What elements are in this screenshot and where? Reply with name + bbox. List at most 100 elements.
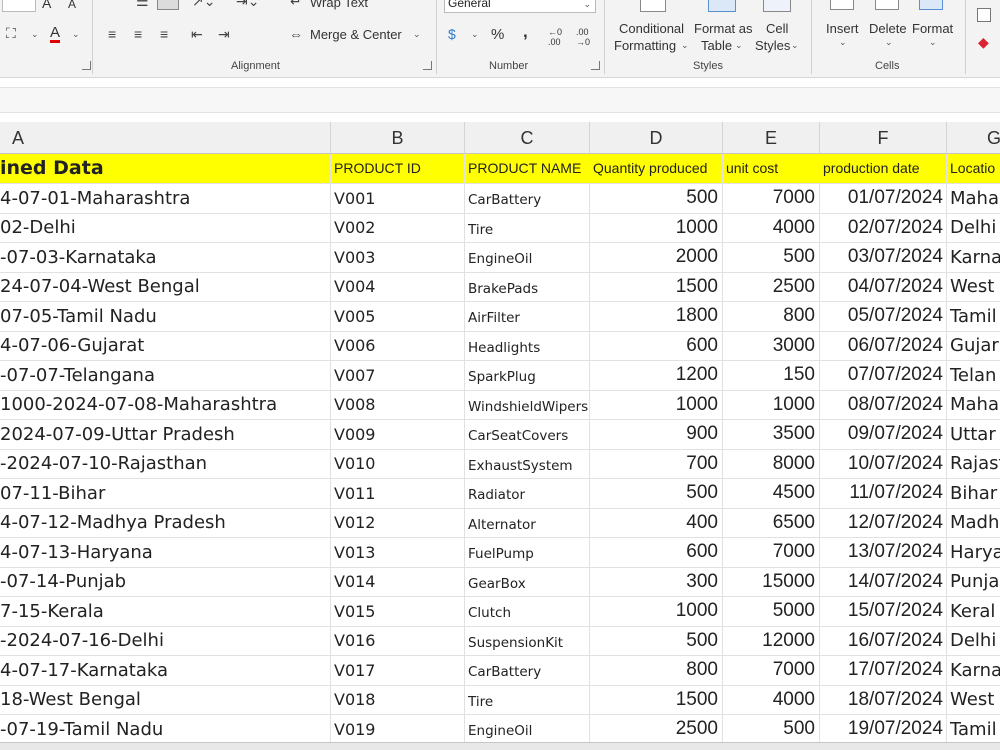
cell[interactable]: 6500 (723, 508, 820, 538)
spreadsheet-grid[interactable]: A B C D E F G ined Data PRODUCT ID PRODU… (0, 122, 1000, 750)
cell[interactable]: 19/07/2024 (820, 715, 947, 745)
shrink-font-button[interactable]: A (68, 0, 76, 11)
cell[interactable]: 500 (590, 626, 723, 656)
cell[interactable]: 07/07/2024 (820, 361, 947, 391)
cell[interactable]: unit cost (723, 154, 820, 184)
cell[interactable]: 600 (590, 538, 723, 568)
paint-bucket-icon[interactable]: ⛶ (6, 26, 16, 40)
font-dialog-launcher[interactable] (82, 61, 91, 70)
number-dialog-launcher[interactable] (591, 61, 600, 70)
cell[interactable]: -07-14-Punjab (0, 567, 331, 597)
cell[interactable]: V017 (331, 656, 465, 686)
cell[interactable]: Delhi (947, 627, 1000, 656)
align-right-icon[interactable]: ≡ (160, 27, 168, 41)
chevron-down-icon[interactable]: ⌄ (471, 30, 479, 39)
cell[interactable]: Karna (947, 656, 1000, 686)
font-size-box[interactable] (2, 0, 36, 12)
cell[interactable]: Uttar (947, 420, 1000, 450)
cell[interactable]: 12/07/2024 (820, 508, 947, 538)
cell[interactable]: 7-15-Kerala (0, 597, 331, 627)
column-header-e[interactable]: E (723, 122, 820, 154)
cell[interactable]: CarBattery (465, 184, 590, 214)
cell[interactable]: 09/07/2024 (820, 420, 947, 450)
sheet-tab-bar[interactable] (0, 742, 1000, 750)
increase-decimal-button[interactable]: ←0 .00 (548, 27, 570, 47)
cell[interactable]: SparkPlug (465, 361, 590, 391)
cell[interactable]: 500 (723, 715, 820, 745)
chevron-down-icon[interactable]: ⌄ (72, 30, 80, 39)
cell[interactable]: -2024-07-16-Delhi (0, 626, 331, 656)
cell[interactable]: 4000 (723, 213, 820, 243)
column-header-g[interactable]: G (947, 122, 1000, 154)
cell[interactable]: 400 (590, 508, 723, 538)
cell[interactable]: 1000 (590, 213, 723, 243)
percent-button[interactable]: % (491, 26, 504, 43)
cell[interactable]: BrakePads (465, 272, 590, 302)
cell[interactable]: 500 (723, 243, 820, 273)
cell[interactable]: 02-Delhi (0, 213, 331, 243)
cell[interactable]: 1500 (590, 272, 723, 302)
cell[interactable]: V014 (331, 567, 465, 597)
formula-bar[interactable] (0, 87, 1000, 113)
cell[interactable]: 2500 (723, 272, 820, 302)
cell[interactable]: 18/07/2024 (820, 685, 947, 715)
cell[interactable]: Quantity produced (590, 154, 723, 184)
cell[interactable]: V009 (331, 420, 465, 450)
cell[interactable]: 500 (590, 479, 723, 509)
font-color-button[interactable]: A (50, 25, 61, 43)
cell[interactable]: Radiator (465, 479, 590, 509)
indent-icon[interactable]: ⇥⌄ (236, 0, 259, 8)
cell[interactable]: 1000 (590, 390, 723, 420)
increase-indent-icon[interactable]: ⇥ (218, 27, 230, 41)
align-middle-button[interactable] (157, 0, 179, 10)
column-header-b[interactable]: B (331, 122, 465, 154)
align-bottom-icon[interactable]: ☰ (136, 0, 149, 8)
cell[interactable]: Karna (947, 243, 1000, 273)
cell[interactable]: West (947, 273, 1000, 302)
cell[interactable]: 600 (590, 331, 723, 361)
cell[interactable]: Headlights (465, 331, 590, 361)
cell[interactable]: 12000 (723, 626, 820, 656)
cell[interactable]: 2024-07-09-Uttar Pradesh (0, 420, 331, 450)
cell[interactable]: Punja (947, 568, 1000, 597)
cell[interactable]: V004 (331, 272, 465, 302)
cell[interactable]: 1000 (723, 390, 820, 420)
chevron-down-icon[interactable]: ⌄ (31, 30, 39, 39)
cell[interactable]: 900 (590, 420, 723, 450)
cell[interactable]: 13/07/2024 (820, 538, 947, 568)
cell[interactable]: 4-07-01-Maharashtra (0, 184, 331, 214)
cell[interactable]: 1500 (590, 685, 723, 715)
cell[interactable]: 14/07/2024 (820, 567, 947, 597)
cell[interactable]: 11/07/2024 (820, 479, 947, 509)
column-header-d[interactable]: D (590, 122, 723, 154)
cell[interactable]: Locatio (947, 154, 1000, 184)
cell[interactable]: EngineOil (465, 243, 590, 273)
cell[interactable]: V019 (331, 715, 465, 745)
cell[interactable]: V005 (331, 302, 465, 332)
cell[interactable]: Bihar (947, 479, 1000, 509)
cell[interactable]: 15000 (723, 567, 820, 597)
cell[interactable]: 500 (590, 184, 723, 214)
cell[interactable]: 24-07-04-West Bengal (0, 272, 331, 302)
cell[interactable]: 1000 (590, 597, 723, 627)
cell[interactable]: 01/07/2024 (820, 184, 947, 214)
cell[interactable]: 1000-2024-07-08-Maharashtra (0, 390, 331, 420)
cell[interactable]: GearBox (465, 567, 590, 597)
cell[interactable]: V013 (331, 538, 465, 568)
cell[interactable]: V016 (331, 626, 465, 656)
column-header-f[interactable]: F (820, 122, 947, 154)
cell[interactable]: 4500 (723, 479, 820, 509)
cell[interactable]: 07-05-Tamil Nadu (0, 302, 331, 332)
align-center-icon[interactable]: ≡ (134, 27, 142, 41)
cell[interactable]: 4-07-12-Madhya Pradesh (0, 508, 331, 538)
cell[interactable]: Harya (947, 538, 1000, 568)
decrease-decimal-button[interactable]: .00 →0 (576, 27, 598, 47)
chevron-down-icon[interactable]: ⌄ (413, 30, 421, 39)
cell[interactable]: WindshieldWipers (465, 390, 590, 420)
cell[interactable]: 05/07/2024 (820, 302, 947, 332)
cell[interactable]: Rajast (947, 450, 1000, 479)
cell[interactable]: 07-11-Bihar (0, 479, 331, 509)
merge-center-button[interactable]: Merge & Center (310, 27, 402, 42)
alignment-dialog-launcher[interactable] (423, 61, 432, 70)
cell[interactable]: Clutch (465, 597, 590, 627)
